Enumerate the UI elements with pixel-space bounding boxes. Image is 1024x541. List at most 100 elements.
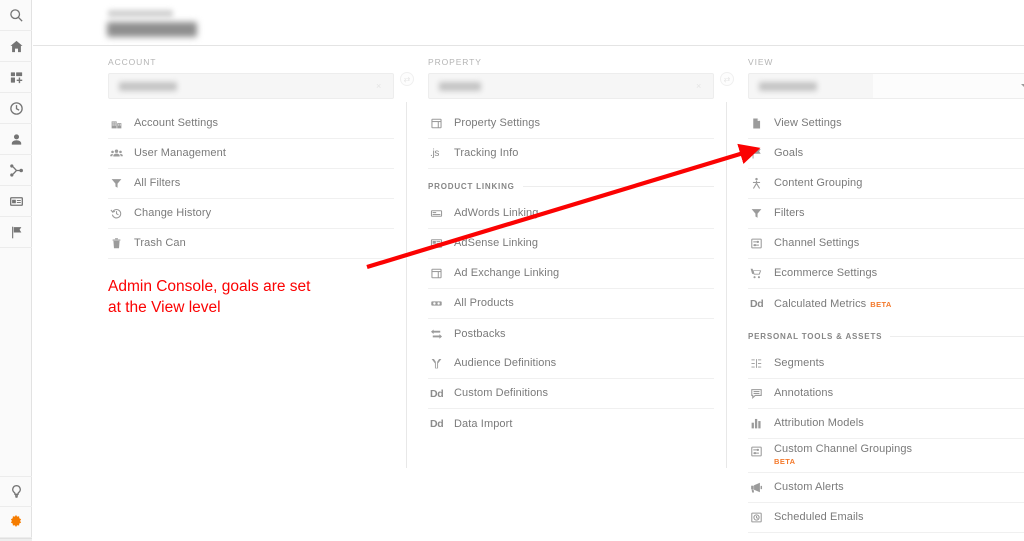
behavior-icon[interactable] — [0, 186, 32, 217]
view-item-attribution-models[interactable]: Attribution Models — [748, 409, 1024, 439]
account-item-all-filters[interactable]: All Filters — [108, 169, 394, 199]
property-item-label: All Products — [454, 297, 514, 309]
customization-icon[interactable] — [0, 62, 32, 93]
annotation-text: Admin Console, goals are set at the View… — [108, 276, 418, 318]
clock-box-icon — [750, 511, 774, 524]
account-selector-clear-icon[interactable]: × — [376, 82, 384, 91]
adwords-icon — [430, 207, 454, 220]
annotation-line-1: Admin Console, goals are set — [108, 278, 311, 295]
flag-icon — [750, 147, 774, 160]
account-property-swap-button[interactable]: ⇄ — [400, 72, 414, 86]
search-icon[interactable] — [0, 0, 32, 31]
view-item-label: Attribution Models — [774, 417, 864, 429]
account-item-label: All Filters — [134, 177, 181, 189]
property-item-ad-exchange-linking[interactable]: Ad Exchange Linking — [428, 259, 714, 289]
adexchange-icon — [430, 267, 454, 280]
property-item-label: Audience Definitions — [454, 357, 557, 369]
view-item-label: Scheduled Emails — [774, 511, 864, 523]
property-item-custom-definitions[interactable]: Dd Custom Definitions — [428, 379, 714, 409]
audience-icon[interactable] — [0, 124, 32, 155]
property-item-adsense-linking[interactable]: AdSense Linking — [428, 229, 714, 259]
audience-def-icon — [430, 357, 454, 370]
users-icon — [110, 147, 134, 160]
property-item-tracking-info[interactable]: .js Tracking Info — [428, 139, 714, 169]
view-item-label: Calculated Metrics — [774, 297, 867, 310]
history-icon — [110, 207, 134, 220]
account-item-label: Change History — [134, 207, 212, 219]
property-item-adwords-linking[interactable]: AdWords Linking — [428, 199, 714, 229]
property-selector-clear-icon[interactable]: × — [696, 82, 704, 91]
view-item-goals[interactable]: Goals — [748, 139, 1024, 169]
window-icon — [430, 117, 454, 130]
view-item-segments[interactable]: Segments — [748, 349, 1024, 379]
megaphone-icon — [750, 481, 774, 494]
view-item-label: View Settings — [774, 117, 842, 129]
property-selector[interactable]: × — [428, 73, 714, 99]
account-column-label: ACCOUNT — [108, 57, 157, 67]
view-item-filters[interactable]: Filters — [748, 199, 1024, 229]
admin-console-screen: › ⇄ ⇄ ACCOUNT × Account Settings — [0, 0, 1024, 541]
account-item-account-settings[interactable]: Account Settings — [108, 109, 394, 139]
property-item-postbacks[interactable]: Postbacks — [428, 319, 714, 349]
view-item-calculated-metrics[interactable]: Dd Calculated Metrics BETA — [748, 289, 1024, 319]
cart-icon — [750, 267, 774, 280]
account-selector[interactable]: × — [108, 73, 394, 99]
view-item-label: Annotations — [774, 387, 834, 399]
view-item-view-settings[interactable]: View Settings — [748, 109, 1024, 139]
funnel-icon — [750, 207, 774, 220]
view-selector[interactable] — [748, 73, 1024, 99]
dd-icon: Dd — [430, 387, 444, 400]
bar-chart-icon — [750, 417, 774, 430]
view-item-annotations[interactable]: Annotations — [748, 379, 1024, 409]
view-item-custom-channel-groupings[interactable]: Custom Channel Groupings BETA — [748, 439, 1024, 473]
account-selector-value-redacted — [119, 81, 177, 91]
dd-icon: Dd — [430, 418, 444, 430]
property-column: PROPERTY × Property Settings .js Trackin… — [428, 46, 714, 541]
view-menu: View Settings Goals Content Grouping Fil… — [748, 109, 1024, 541]
property-item-data-import[interactable]: Dd Data Import — [428, 409, 714, 439]
view-item-label: Custom Alerts — [774, 481, 844, 493]
property-menu: Property Settings .js Tracking Info PROD… — [428, 109, 714, 439]
account-item-change-history[interactable]: Change History — [108, 199, 394, 229]
realtime-icon[interactable] — [0, 93, 32, 124]
view-item-scheduled-emails[interactable]: Scheduled Emails — [748, 503, 1024, 533]
section-product-linking: PRODUCT LINKING — [428, 173, 714, 199]
js-icon: .js — [430, 148, 440, 159]
section-label: PERSONAL TOOLS & ASSETS — [748, 331, 883, 341]
property-column-label: PROPERTY — [428, 57, 482, 67]
account-name-redacted — [107, 22, 197, 37]
property-item-all-products[interactable]: All Products — [428, 289, 714, 319]
view-selector-value-redacted — [759, 81, 817, 91]
document-icon — [750, 117, 774, 130]
property-item-label: AdWords Linking — [454, 207, 539, 219]
account-item-user-management[interactable]: User Management — [108, 139, 394, 169]
view-item-content-grouping[interactable]: Content Grouping — [748, 169, 1024, 199]
property-item-audience-definitions[interactable]: Audience Definitions — [428, 349, 714, 379]
view-item-ecommerce-settings[interactable]: Ecommerce Settings — [748, 259, 1024, 289]
property-view-swap-button[interactable]: ⇄ — [720, 72, 734, 86]
conversions-icon[interactable] — [0, 217, 32, 248]
acquisition-icon[interactable] — [0, 155, 32, 186]
discover-icon[interactable] — [0, 476, 32, 507]
admin-gear-icon[interactable] — [0, 507, 32, 538]
home-icon[interactable] — [0, 31, 32, 62]
left-icon-rail: › — [0, 0, 32, 541]
view-item-label: Content Grouping — [774, 177, 863, 189]
property-item-label: AdSense Linking — [454, 237, 539, 249]
rail-spacer — [0, 248, 31, 476]
view-item-label: Filters — [774, 207, 805, 219]
all-products-icon — [430, 297, 454, 310]
property-item-property-settings[interactable]: Property Settings — [428, 109, 714, 139]
account-item-trash-can[interactable]: Trash Can — [108, 229, 394, 259]
view-item-label: Custom Channel Groupings — [774, 443, 913, 455]
view-item-saved-reports[interactable]: Saved Reports — [748, 533, 1024, 541]
top-header — [33, 0, 1024, 46]
property-selector-value-redacted — [439, 81, 481, 91]
property-item-label: Postbacks — [454, 327, 506, 340]
view-item-channel-settings[interactable]: Channel Settings — [748, 229, 1024, 259]
channel-settings-icon — [750, 237, 774, 250]
view-item-custom-alerts[interactable]: Custom Alerts — [748, 473, 1024, 503]
building-icon — [110, 117, 134, 130]
funnel-icon — [110, 177, 134, 190]
view-column: VIEW View Settings Goals Content Groupin… — [748, 46, 1024, 541]
